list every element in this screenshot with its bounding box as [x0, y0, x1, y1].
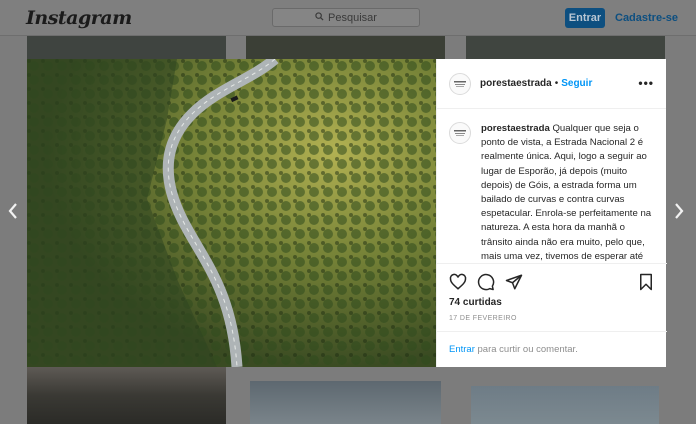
separator-dot: •	[554, 78, 559, 89]
follow-button[interactable]: Seguir	[561, 78, 592, 89]
post-header: porestaestrada • Seguir •••	[437, 59, 666, 109]
grid-tile[interactable]	[246, 36, 445, 59]
comment-prompt: Entrar para curtir ou comentar.	[437, 331, 667, 368]
top-navbar: Instagram Pesquisar Entrar Cadastre-se	[0, 0, 696, 36]
grid-tile[interactable]	[27, 36, 226, 59]
signup-link[interactable]: Cadastre-se	[615, 12, 678, 24]
post-photo[interactable]	[27, 59, 436, 367]
action-icons	[449, 273, 523, 291]
instagram-logo[interactable]: Instagram	[26, 7, 132, 29]
grid-tile[interactable]	[471, 386, 659, 424]
post-actions: 74 curtidas 17 DE FEVEREIRO Entrar para …	[437, 263, 667, 367]
post-caption: porestaestrada Qualquer que seja o ponto…	[449, 122, 659, 262]
likes-count[interactable]: 74 curtidas	[449, 297, 502, 308]
grid-tile[interactable]	[250, 381, 441, 424]
avatar[interactable]	[449, 122, 471, 144]
bookmark-icon[interactable]	[637, 273, 655, 291]
caption-body: porestaestrada Qualquer que seja o ponto…	[481, 122, 659, 262]
search-input[interactable]: Pesquisar	[272, 8, 420, 27]
more-options-icon[interactable]: •••	[638, 76, 654, 90]
avatar[interactable]	[449, 72, 471, 95]
caption-text: Qualquer que seja o ponto de vista, a Es…	[481, 123, 652, 262]
grid-tile[interactable]	[27, 367, 226, 424]
search-placeholder: Pesquisar	[328, 11, 377, 24]
caption-username[interactable]: porestaestrada	[481, 123, 550, 134]
search-icon	[315, 11, 324, 24]
prev-arrow-icon[interactable]	[8, 203, 18, 223]
post-date: 17 DE FEVEREIRO	[449, 315, 517, 322]
comment-icon[interactable]	[477, 273, 495, 291]
share-icon[interactable]	[505, 273, 523, 291]
heart-icon[interactable]	[449, 273, 467, 291]
comment-login-link[interactable]: Entrar	[449, 344, 475, 355]
login-button[interactable]: Entrar	[565, 8, 605, 28]
next-arrow-icon[interactable]	[674, 203, 684, 223]
post-modal: porestaestrada • Seguir ••• porestaestra…	[27, 59, 667, 367]
grid-tile[interactable]	[466, 36, 665, 59]
comment-prompt-text: para curtir ou comentar.	[474, 344, 578, 355]
post-username[interactable]: porestaestrada	[480, 78, 552, 89]
post-sidebar: porestaestrada • Seguir ••• porestaestra…	[436, 59, 667, 367]
